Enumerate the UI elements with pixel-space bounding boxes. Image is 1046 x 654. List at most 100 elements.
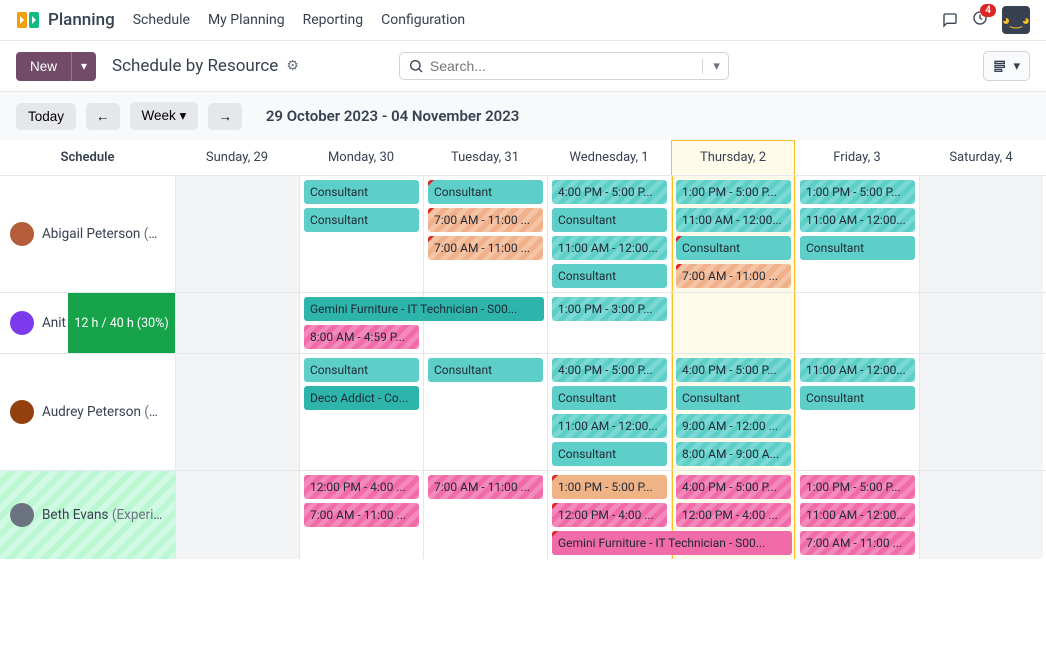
schedule-event[interactable]: Consultant: [676, 236, 791, 260]
today-button[interactable]: Today: [16, 103, 76, 130]
messages-icon[interactable]: [942, 12, 958, 28]
schedule-event[interactable]: Consultant: [304, 358, 419, 382]
schedule-event[interactable]: Consultant: [552, 386, 667, 410]
activity-icon[interactable]: 4: [972, 10, 988, 30]
grid-body: Abigail Peterson (C...ConsultantConsulta…: [0, 175, 1046, 559]
day-cell[interactable]: Consultant Deco Addict - Co...: [299, 354, 423, 470]
day-cell[interactable]: 4:00 PM - 5:00 P... Consultant 9:00 AM - 1…: [671, 354, 795, 470]
nav-my-planning[interactable]: My Planning: [208, 12, 285, 28]
day-cell[interactable]: 1:00 PM - 5:00 P... 11:00 AM - 12:00... Co…: [671, 176, 795, 292]
day-cell[interactable]: Consultant Consultant: [299, 176, 423, 292]
schedule-event[interactable]: 1:00 PM - 5:00 P...: [676, 180, 791, 204]
view-switcher[interactable]: ▾: [983, 51, 1030, 81]
day-cell[interactable]: 1:00 PM - 3:00 P...: [547, 293, 671, 353]
schedule-event[interactable]: 11:00 AM - 12:00...: [800, 503, 915, 527]
schedule-event[interactable]: Consultant: [304, 180, 419, 204]
search-dropdown-icon[interactable]: ▾: [702, 59, 720, 74]
day-cell[interactable]: [671, 293, 795, 353]
day-cell[interactable]: 1:00 PM - 5:00 P... 11:00 AM - 12:00... Co…: [795, 176, 919, 292]
resource-cell[interactable]: Abigail Peterson (C...: [0, 176, 175, 292]
day-cell[interactable]: [919, 471, 1043, 559]
nav-reporting[interactable]: Reporting: [303, 12, 364, 28]
gear-icon[interactable]: ⚙: [286, 58, 299, 74]
schedule-event[interactable]: Consultant: [552, 264, 667, 288]
schedule-event[interactable]: 7:00 AM - 11:00 ...: [428, 236, 543, 260]
header-day-mon: Monday, 30: [299, 140, 423, 175]
schedule-event[interactable]: 8:00 AM - 9:00 A...: [676, 442, 791, 466]
nav-schedule[interactable]: Schedule: [133, 12, 190, 28]
grid-header: Schedule Sunday, 29 Monday, 30 Tuesday, …: [0, 140, 1046, 175]
day-cell[interactable]: [175, 176, 299, 292]
schedule-event[interactable]: 7:00 AM - 11:00 ...: [800, 531, 915, 555]
day-cell[interactable]: [919, 354, 1043, 470]
search-box[interactable]: ▾: [399, 52, 729, 80]
schedule-event[interactable]: 11:00 AM - 12:00...: [676, 208, 791, 232]
day-cell[interactable]: Consultant 7:00 AM - 11:00 ... 7:00 AM - 1…: [423, 176, 547, 292]
nav-configuration[interactable]: Configuration: [381, 12, 465, 28]
day-cell[interactable]: Gemini Furniture - IT Technician - S00..…: [299, 293, 423, 353]
schedule-event[interactable]: 1:00 PM - 5:00 P...: [800, 180, 915, 204]
day-cell[interactable]: [175, 471, 299, 559]
schedule-event[interactable]: Consultant: [676, 386, 791, 410]
schedule-event[interactable]: 11:00 AM - 12:00...: [552, 236, 667, 260]
schedule-event[interactable]: Deco Addict - Co...: [304, 386, 419, 410]
day-cell[interactable]: Consultant: [423, 354, 547, 470]
day-cell[interactable]: 1:00 PM - 5:00 P...12:00 PM - 4:00 ...Ge…: [547, 471, 671, 559]
schedule-event[interactable]: Consultant: [800, 236, 915, 260]
schedule-event[interactable]: 1:00 PM - 3:00 P...: [552, 297, 667, 321]
schedule-event[interactable]: 7:00 AM - 11:00 ...: [676, 264, 791, 288]
brand-label: Planning: [48, 10, 115, 30]
user-avatar[interactable]: ◕‿◕: [1002, 6, 1030, 34]
schedule-event[interactable]: 12:00 PM - 4:00 ...: [304, 475, 419, 499]
brand[interactable]: Planning: [16, 8, 115, 32]
prev-button[interactable]: ←: [86, 103, 120, 130]
day-cell[interactable]: [919, 176, 1043, 292]
schedule-event[interactable]: Consultant: [552, 208, 667, 232]
day-cell[interactable]: [919, 293, 1043, 353]
schedule-event[interactable]: Consultant: [304, 208, 419, 232]
resource-row: Audrey Peterson (C... Consultant Deco Addi…: [0, 353, 1046, 470]
schedule-event[interactable]: 7:00 AM - 11:00 ...: [304, 503, 419, 527]
schedule-event[interactable]: 1:00 PM - 5:00 P...: [800, 475, 915, 499]
day-cell[interactable]: [795, 293, 919, 353]
new-button[interactable]: New: [16, 52, 71, 81]
schedule-event[interactable]: 8:00 AM - 4:59 P...: [304, 325, 419, 349]
day-cell[interactable]: [175, 293, 299, 353]
resource-cell[interactable]: Audrey Peterson (C...: [0, 354, 175, 470]
day-cell[interactable]: 4:00 PM - 5:00 P... Consultant 11:00 AM - …: [547, 176, 671, 292]
schedule-event[interactable]: Consultant: [428, 180, 543, 204]
schedule-event[interactable]: Gemini Furniture - IT Technician - S00..…: [552, 531, 792, 555]
schedule-event[interactable]: Consultant: [552, 442, 667, 466]
day-cell[interactable]: 4:00 PM - 5:00 P... Consultant 11:00 AM - …: [547, 354, 671, 470]
search-input[interactable]: [430, 58, 690, 74]
schedule-event[interactable]: Consultant: [800, 386, 915, 410]
schedule-event[interactable]: 4:00 PM - 5:00 P...: [552, 180, 667, 204]
schedule-event[interactable]: 9:00 AM - 12:00 ...: [676, 414, 791, 438]
schedule-event[interactable]: 4:00 PM - 5:00 P...: [676, 358, 791, 382]
schedule-event[interactable]: 7:00 AM - 11:00 ...: [428, 475, 543, 499]
day-cell[interactable]: [175, 354, 299, 470]
day-cell[interactable]: 11:00 AM - 12:00... Consultant: [795, 354, 919, 470]
day-cell[interactable]: 12:00 PM - 4:00 ... 7:00 AM - 11:00 ...: [299, 471, 423, 559]
schedule-event[interactable]: 12:00 PM - 4:00 ...: [552, 503, 667, 527]
day-cell[interactable]: 1:00 PM - 5:00 P... 11:00 AM - 12:00... 7:…: [795, 471, 919, 559]
schedule-event[interactable]: Consultant: [428, 358, 543, 382]
schedule-event[interactable]: 11:00 AM - 12:00...: [552, 414, 667, 438]
schedule-event[interactable]: 11:00 AM - 12:00...: [800, 208, 915, 232]
period-button[interactable]: Week ▾: [130, 102, 199, 130]
schedule-event[interactable]: 12:00 PM - 4:00 ...: [676, 503, 791, 527]
schedule-event[interactable]: 1:00 PM - 5:00 P...: [552, 475, 667, 499]
schedule-event[interactable]: Gemini Furniture - IT Technician - S00..…: [304, 297, 544, 321]
notification-badge: 4: [980, 4, 996, 17]
schedule-event[interactable]: 7:00 AM - 11:00 ...: [428, 208, 543, 232]
next-button[interactable]: →: [208, 103, 242, 130]
resource-cell[interactable]: Beth Evans (Experie...: [0, 471, 175, 559]
day-cell[interactable]: 7:00 AM - 11:00 ...: [423, 471, 547, 559]
schedule-event[interactable]: 11:00 AM - 12:00...: [800, 358, 915, 382]
new-dropdown-button[interactable]: ▾: [71, 52, 96, 81]
header-day-tue: Tuesday, 31: [423, 140, 547, 175]
toolbar: New ▾ Schedule by Resource ⚙ ▾ ▾: [0, 41, 1046, 91]
schedule-event[interactable]: 4:00 PM - 5:00 P...: [552, 358, 667, 382]
resource-cell[interactable]: Anit12 h / 40 h (30%): [0, 293, 175, 353]
schedule-event[interactable]: 4:00 PM - 5:00 P...: [676, 475, 791, 499]
